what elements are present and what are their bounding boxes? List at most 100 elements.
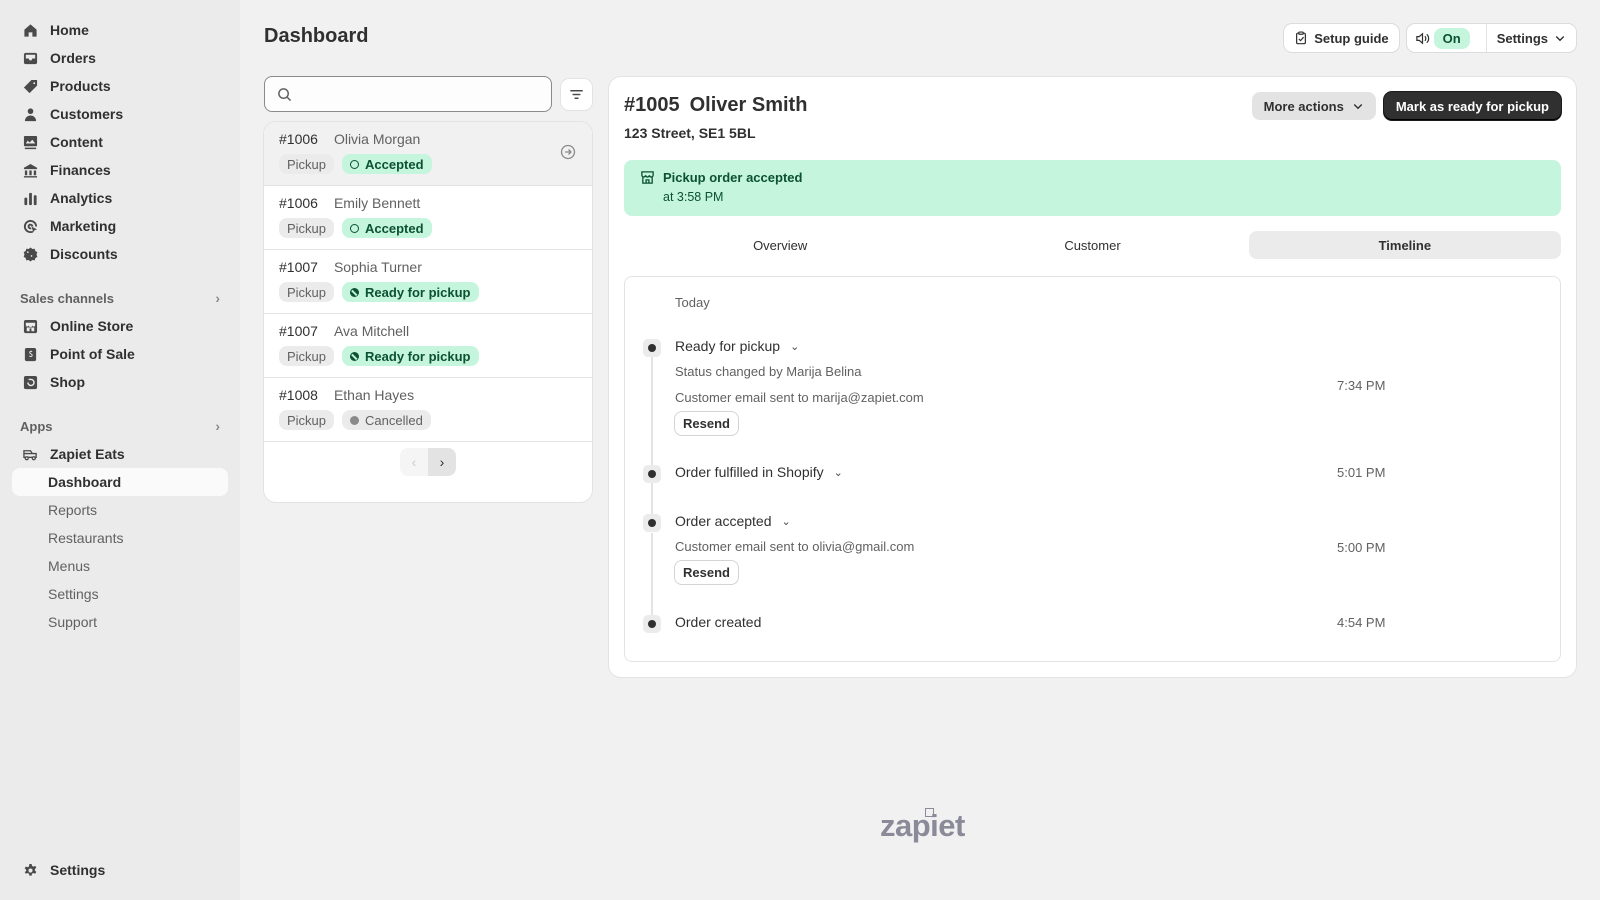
timeline-connector <box>651 357 653 467</box>
chevron-right-icon[interactable]: › <box>215 290 220 306</box>
timeline-event-title: Order fulfilled in Shopify <box>675 464 824 480</box>
setup-guide-label: Setup guide <box>1314 30 1389 46</box>
timeline-event-detail: Customer email sent to olivia@gmail.com <box>675 539 915 554</box>
nav-item-reports[interactable]: Reports <box>12 496 228 524</box>
tab-overview[interactable]: Overview <box>624 231 936 259</box>
nav-item-app-settings[interactable]: Settings <box>12 580 228 608</box>
mark-ready-button[interactable]: Mark as ready for pickup <box>1383 92 1561 120</box>
timeline-event-title: Ready for pickup <box>675 338 781 354</box>
timeline-node-icon <box>643 339 661 357</box>
chevron-right-icon[interactable]: › <box>215 418 220 434</box>
timeline-event-toggle[interactable]: Order accepted ⌄ <box>675 513 791 529</box>
resend-button[interactable]: Resend <box>675 412 738 435</box>
timeline-event-toggle[interactable]: Order fulfilled in Shopify ⌄ <box>675 464 843 480</box>
nav-item-home[interactable]: Home <box>12 16 228 44</box>
order-row[interactable]: #1006 Emily Bennett Pickup Accepted <box>264 186 592 250</box>
person-icon <box>22 106 38 122</box>
status-badge: Ready for pickup <box>342 282 479 302</box>
search-icon <box>278 87 292 101</box>
setup-guide-button[interactable]: Setup guide <box>1284 24 1399 52</box>
status-cancelled-icon <box>350 415 360 425</box>
nav-item-point-of-sale[interactable]: Point of Sale <box>12 340 228 368</box>
chevron-down-icon: ⌄ <box>833 466 843 479</box>
nav-label: Dashboard <box>48 474 122 490</box>
nav-item-menus[interactable]: Menus <box>12 552 228 580</box>
settings-dropdown-button[interactable]: Settings <box>1487 24 1576 52</box>
apps-heading[interactable]: Apps › <box>20 416 220 436</box>
status-label: Accepted <box>365 220 424 236</box>
status-label: Cancelled <box>365 412 423 428</box>
timeline-node-icon <box>643 465 661 483</box>
order-row[interactable]: #1006 Olivia Morgan Pickup Accepted <box>264 122 592 186</box>
nav-item-discounts[interactable]: Discounts <box>12 240 228 268</box>
tab-timeline[interactable]: Timeline <box>1248 231 1561 259</box>
section-label: Apps <box>20 418 53 434</box>
sales-channels-heading[interactable]: Sales channels › <box>20 288 220 308</box>
previous-page-button[interactable]: ‹ <box>400 448 428 476</box>
top-actions: Setup guide On Settings <box>1284 24 1576 52</box>
nav-item-zapiet-eats[interactable]: Zapiet Eats <box>12 440 228 468</box>
nav-label: Point of Sale <box>50 346 135 362</box>
nav-item-restaurants[interactable]: Restaurants <box>12 524 228 552</box>
sound-toggle[interactable]: On <box>1407 24 1478 52</box>
filter-button[interactable] <box>561 79 592 110</box>
timeline-event-time: 5:01 PM <box>1337 465 1386 480</box>
nav-item-analytics[interactable]: Analytics <box>12 184 228 212</box>
more-actions-label: More actions <box>1263 98 1344 114</box>
timeline-connector <box>651 483 653 517</box>
nav-item-online-store[interactable]: Online Store <box>12 312 228 340</box>
next-page-button[interactable]: › <box>428 448 456 476</box>
order-row[interactable]: #1007 Ava Mitchell Pickup Ready for picku… <box>264 314 592 378</box>
nav-label: Home <box>50 22 89 38</box>
status-label: Accepted <box>365 156 424 172</box>
settings-label: Settings <box>1496 30 1548 46</box>
store-icon <box>22 318 38 334</box>
tab-customer[interactable]: Customer <box>936 231 1248 259</box>
delivery-truck-icon <box>22 446 38 462</box>
nav-item-support[interactable]: Support <box>12 608 228 636</box>
nav-item-shop[interactable]: Shop <box>12 368 228 396</box>
status-badge: Accepted <box>342 154 432 174</box>
customer-name: Oliver Smith <box>689 94 808 116</box>
status-accepted-icon <box>350 223 360 233</box>
sound-settings-group: On Settings <box>1406 24 1576 52</box>
sound-status-badge: On <box>1433 27 1470 49</box>
nav-label: Online Store <box>50 318 134 334</box>
chevron-down-icon <box>1353 104 1363 110</box>
nav-label: Menus <box>48 558 91 574</box>
discount-icon <box>22 246 38 262</box>
filter-icon <box>570 90 583 99</box>
store-icon <box>641 171 654 184</box>
arrow-right-circle-icon[interactable] <box>560 144 576 160</box>
status-badge: Cancelled <box>342 410 431 430</box>
search-input[interactable] <box>300 77 551 111</box>
nav-label: Reports <box>48 502 98 518</box>
status-banner: Pickup order accepted at 3:58 PM <box>624 160 1561 216</box>
pagination: ‹ › <box>400 448 456 476</box>
search-field[interactable] <box>264 76 552 112</box>
order-row[interactable]: #1007 Sophia Turner Pickup Ready for pick… <box>264 250 592 314</box>
timeline-event-toggle[interactable]: Ready for pickup ⌄ <box>675 338 799 354</box>
timeline-event-title: Order created <box>675 614 762 630</box>
chevron-down-icon: ⌄ <box>781 515 791 528</box>
order-row[interactable]: #1008 Ethan Hayes Pickup Cancelled <box>264 378 592 442</box>
nav-label: Settings <box>48 586 99 602</box>
home-icon <box>22 22 38 38</box>
resend-button[interactable]: Resend <box>675 561 738 584</box>
nav-item-products[interactable]: Products <box>12 72 228 100</box>
nav-item-dashboard[interactable]: Dashboard <box>12 468 228 496</box>
status-badge: Ready for pickup <box>342 346 479 366</box>
more-actions-button[interactable]: More actions <box>1251 92 1376 120</box>
nav-item-orders[interactable]: Orders <box>12 44 228 72</box>
timeline: Today Ready for pickup ⌄ Status changed … <box>624 276 1561 662</box>
nav-item-customers[interactable]: Customers <box>12 100 228 128</box>
nav-label: Settings <box>50 862 106 878</box>
nav-item-settings[interactable]: Settings <box>12 856 228 884</box>
nav-item-finances[interactable]: Finances <box>12 156 228 184</box>
timeline-node-icon <box>643 514 661 532</box>
nav-item-marketing[interactable]: Marketing <box>12 212 228 240</box>
nav-item-content[interactable]: Content <box>12 128 228 156</box>
nav-label: Products <box>50 78 111 94</box>
customer-name: Olivia Morgan <box>333 131 421 147</box>
inbox-icon <box>22 50 38 66</box>
